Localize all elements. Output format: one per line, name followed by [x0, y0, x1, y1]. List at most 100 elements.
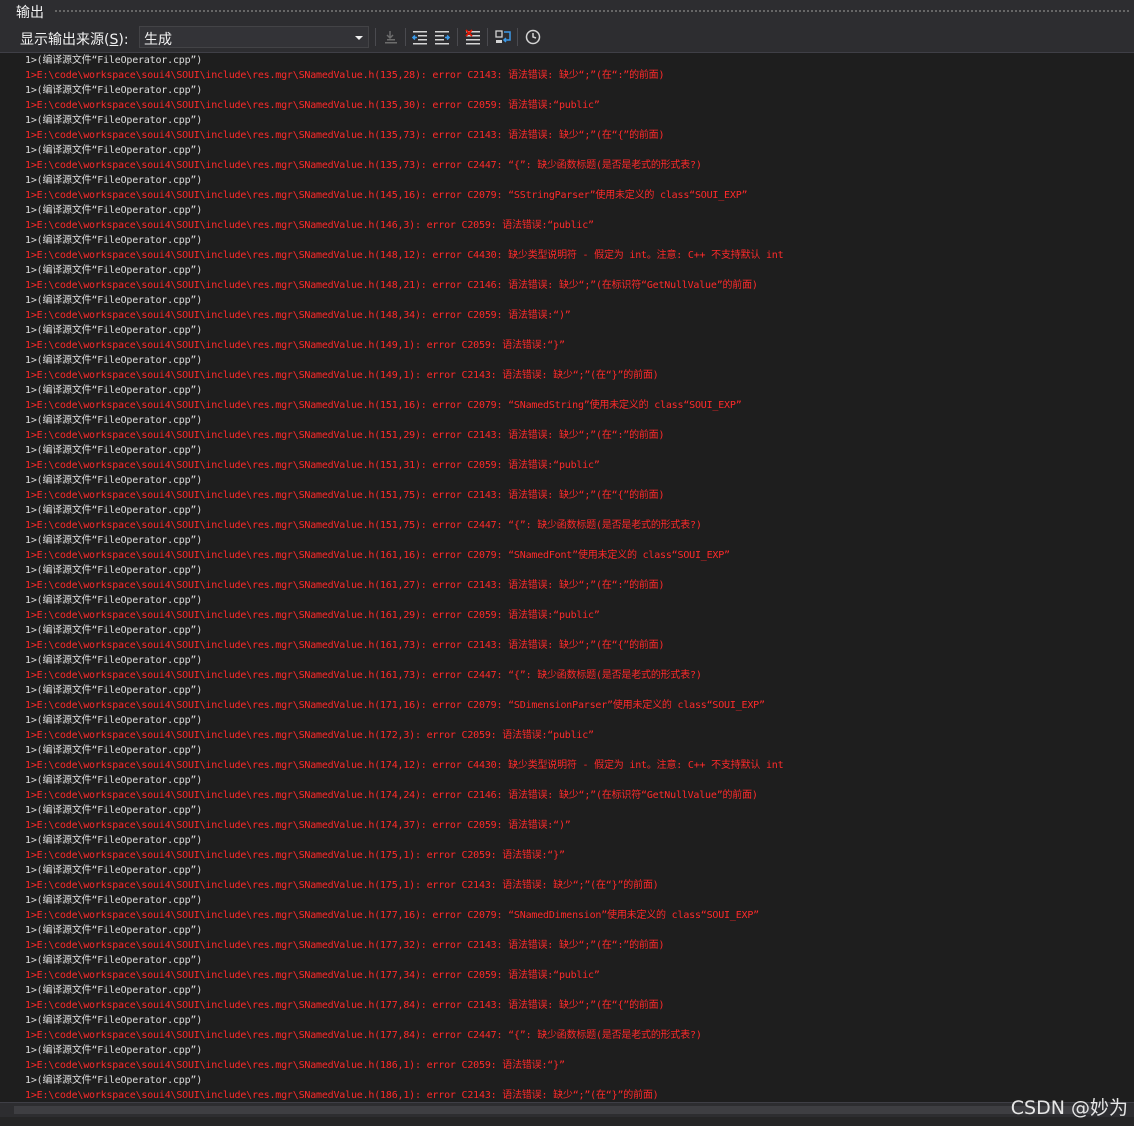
- output-error-line: 1>E:\code\workspace\soui4\SOUI\include\r…: [25, 160, 702, 171]
- output-error-line: 1>E:\code\workspace\soui4\SOUI\include\r…: [25, 280, 758, 291]
- output-error-line: 1>E:\code\workspace\soui4\SOUI\include\r…: [25, 850, 565, 861]
- output-info-line: 1>(编译源文件“FileOperator.cpp”): [25, 205, 203, 216]
- output-info-line: 1>(编译源文件“FileOperator.cpp”): [25, 955, 203, 966]
- show-output-from-label: 显示输出来源(S):: [20, 32, 129, 48]
- output-error-line: 1>E:\code\workspace\soui4\SOUI\include\r…: [25, 340, 565, 351]
- output-error-line: 1>E:\code\workspace\soui4\SOUI\include\r…: [25, 820, 571, 831]
- output-error-line: 1>E:\code\workspace\soui4\SOUI\include\r…: [25, 490, 665, 501]
- horizontal-scrollbar[interactable]: [0, 1102, 1134, 1117]
- output-info-line: 1>(编译源文件“FileOperator.cpp”): [25, 175, 203, 186]
- toggle-timestamp-button[interactable]: [523, 27, 543, 47]
- output-info-line: 1>(编译源文件“FileOperator.cpp”): [25, 745, 203, 756]
- output-info-line: 1>(编译源文件“FileOperator.cpp”): [25, 535, 203, 546]
- clear-all-button[interactable]: [463, 27, 483, 47]
- output-error-line: 1>E:\code\workspace\soui4\SOUI\include\r…: [25, 910, 759, 921]
- output-source-value: 生成: [144, 32, 172, 48]
- go-to-next-message-button[interactable]: [432, 27, 452, 47]
- status-strip: [0, 1117, 1134, 1126]
- output-info-line: 1>(编译源文件“FileOperator.cpp”): [25, 685, 203, 696]
- output-info-line: 1>(编译源文件“FileOperator.cpp”): [25, 115, 203, 126]
- output-info-line: 1>(编译源文件“FileOperator.cpp”): [25, 445, 203, 456]
- output-error-line: 1>E:\code\workspace\soui4\SOUI\include\r…: [25, 100, 600, 111]
- output-info-line: 1>(编译源文件“FileOperator.cpp”): [25, 775, 203, 786]
- output-info-line: 1>(编译源文件“FileOperator.cpp”): [25, 295, 203, 306]
- find-message-in-code-icon: [385, 31, 397, 44]
- output-error-line: 1>E:\code\workspace\soui4\SOUI\include\r…: [25, 1030, 702, 1041]
- output-source-dropdown[interactable]: 生成: [139, 26, 369, 48]
- scrollbar-thumb[interactable]: [14, 1106, 1094, 1114]
- toolbar-separator: [457, 28, 458, 46]
- go-to-next-message-icon: [435, 31, 451, 45]
- output-error-line: 1>E:\code\workspace\soui4\SOUI\include\r…: [25, 1060, 565, 1071]
- output-error-line: 1>E:\code\workspace\soui4\SOUI\include\r…: [25, 220, 594, 231]
- output-error-line: 1>E:\code\workspace\soui4\SOUI\include\r…: [25, 940, 665, 951]
- output-info-line: 1>(编译源文件“FileOperator.cpp”): [25, 235, 203, 246]
- output-error-line: 1>E:\code\workspace\soui4\SOUI\include\r…: [25, 670, 702, 681]
- output-error-line: 1>E:\code\workspace\soui4\SOUI\include\r…: [25, 760, 784, 771]
- output-info-line: 1>(编译源文件“FileOperator.cpp”): [25, 565, 203, 576]
- output-info-line: 1>(编译源文件“FileOperator.cpp”): [25, 655, 203, 666]
- output-info-line: 1>(编译源文件“FileOperator.cpp”): [25, 265, 203, 276]
- output-info-line: 1>(编译源文件“FileOperator.cpp”): [25, 865, 203, 876]
- output-error-line: 1>E:\code\workspace\soui4\SOUI\include\r…: [25, 370, 659, 381]
- chevron-down-icon: [355, 36, 363, 40]
- output-error-line: 1>E:\code\workspace\soui4\SOUI\include\r…: [25, 550, 730, 561]
- output-error-line: 1>E:\code\workspace\soui4\SOUI\include\r…: [25, 190, 748, 201]
- find-message-in-code-button[interactable]: [381, 27, 401, 47]
- output-error-line: 1>E:\code\workspace\soui4\SOUI\include\r…: [25, 880, 659, 891]
- output-panel-titlebar: 输出: [0, 0, 1134, 22]
- output-error-line: 1>E:\code\workspace\soui4\SOUI\include\r…: [25, 520, 702, 531]
- go-to-previous-message-icon: [411, 31, 427, 45]
- output-info-line: 1>(编译源文件“FileOperator.cpp”): [25, 715, 203, 726]
- output-text-area[interactable]: 1>(编译源文件“FileOperator.cpp”) 1>E:\code\wor…: [0, 53, 1134, 1102]
- toolbar-separator: [487, 28, 488, 46]
- output-info-line: 1>(编译源文件“FileOperator.cpp”): [25, 1015, 203, 1026]
- output-info-line: 1>(编译源文件“FileOperator.cpp”): [25, 805, 203, 816]
- output-info-line: 1>(编译源文件“FileOperator.cpp”): [25, 325, 203, 336]
- toggle-word-wrap-icon: [495, 30, 511, 43]
- output-error-line: 1>E:\code\workspace\soui4\SOUI\include\r…: [25, 130, 665, 141]
- panel-title: 输出: [16, 5, 44, 21]
- output-error-line: 1>E:\code\workspace\soui4\SOUI\include\r…: [25, 70, 665, 81]
- output-error-line: 1>E:\code\workspace\soui4\SOUI\include\r…: [25, 310, 571, 321]
- toggle-word-wrap-button[interactable]: [493, 27, 513, 47]
- go-to-previous-message-button[interactable]: [410, 27, 430, 47]
- output-error-line: 1>E:\code\workspace\soui4\SOUI\include\r…: [25, 1000, 665, 1011]
- output-error-line: 1>E:\code\workspace\soui4\SOUI\include\r…: [25, 430, 665, 441]
- titlebar-grip[interactable]: [54, 9, 1130, 14]
- output-info-line: 1>(编译源文件“FileOperator.cpp”): [25, 835, 203, 846]
- output-error-line: 1>E:\code\workspace\soui4\SOUI\include\r…: [25, 700, 765, 711]
- toolbar-separator: [517, 28, 518, 46]
- output-error-line: 1>E:\code\workspace\soui4\SOUI\include\r…: [25, 1090, 659, 1101]
- output-info-line: 1>(编译源文件“FileOperator.cpp”): [25, 355, 203, 366]
- output-info-line: 1>(编译源文件“FileOperator.cpp”): [25, 145, 203, 156]
- output-error-line: 1>E:\code\workspace\soui4\SOUI\include\r…: [25, 610, 600, 621]
- output-toolbar: 显示输出来源(S): 生成: [0, 22, 1134, 53]
- output-error-line: 1>E:\code\workspace\soui4\SOUI\include\r…: [25, 640, 665, 651]
- output-info-line: 1>(编译源文件“FileOperator.cpp”): [25, 415, 203, 426]
- output-info-line: 1>(编译源文件“FileOperator.cpp”): [25, 595, 203, 606]
- output-info-line: 1>(编译源文件“FileOperator.cpp”): [25, 505, 203, 516]
- output-info-line: 1>(编译源文件“FileOperator.cpp”): [25, 475, 203, 486]
- toggle-timestamp-icon: [525, 29, 541, 45]
- output-info-line: 1>(编译源文件“FileOperator.cpp”): [25, 55, 203, 66]
- output-error-line: 1>E:\code\workspace\soui4\SOUI\include\r…: [25, 790, 758, 801]
- output-info-line: 1>(编译源文件“FileOperator.cpp”): [25, 1045, 203, 1056]
- output-info-line: 1>(编译源文件“FileOperator.cpp”): [25, 385, 203, 396]
- output-error-line: 1>E:\code\workspace\soui4\SOUI\include\r…: [25, 250, 784, 261]
- output-error-line: 1>E:\code\workspace\soui4\SOUI\include\r…: [25, 400, 742, 411]
- output-error-line: 1>E:\code\workspace\soui4\SOUI\include\r…: [25, 970, 600, 981]
- output-info-line: 1>(编译源文件“FileOperator.cpp”): [25, 85, 203, 96]
- output-info-line: 1>(编译源文件“FileOperator.cpp”): [25, 925, 203, 936]
- watermark: CSDN @妙为: [1010, 1097, 1128, 1119]
- clear-all-icon: [465, 29, 480, 45]
- output-error-line: 1>E:\code\workspace\soui4\SOUI\include\r…: [25, 580, 665, 591]
- toolbar-separator: [405, 28, 406, 46]
- output-info-line: 1>(编译源文件“FileOperator.cpp”): [25, 895, 203, 906]
- output-info-line: 1>(编译源文件“FileOperator.cpp”): [25, 625, 203, 636]
- output-error-line: 1>E:\code\workspace\soui4\SOUI\include\r…: [25, 460, 600, 471]
- toolbar-separator: [375, 28, 376, 46]
- output-info-line: 1>(编译源文件“FileOperator.cpp”): [25, 985, 203, 996]
- output-info-line: 1>(编译源文件“FileOperator.cpp”): [25, 1075, 203, 1086]
- output-error-line: 1>E:\code\workspace\soui4\SOUI\include\r…: [25, 730, 594, 741]
